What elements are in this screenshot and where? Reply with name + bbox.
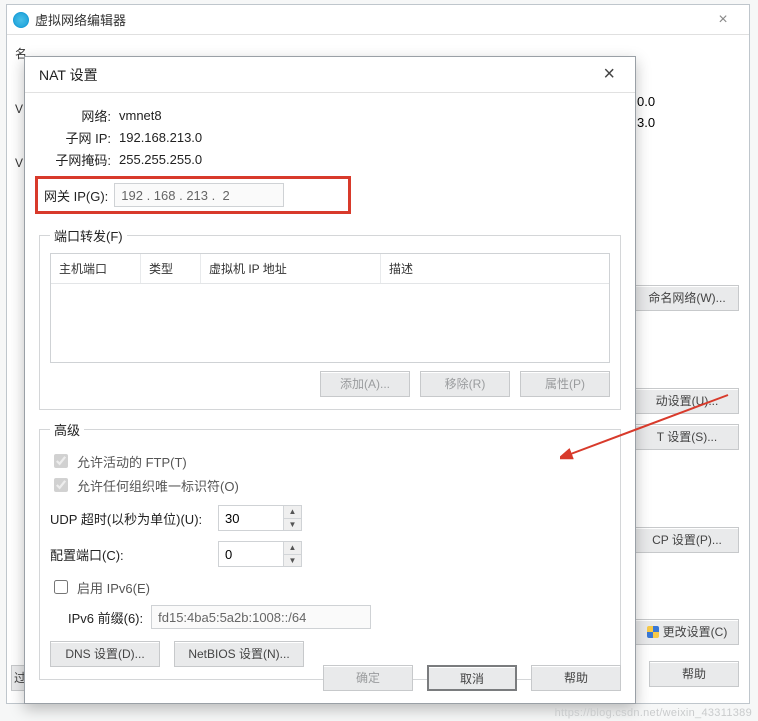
ipv6-prefix-row: IPv6 前缀(6): — [68, 605, 610, 629]
ipv6-checkbox-row[interactable]: 启用 IPv6(E) — [50, 577, 610, 597]
dialog-titlebar: NAT 设置 × — [25, 57, 635, 93]
close-icon[interactable]: × — [703, 11, 743, 29]
col-type: 类型 — [141, 254, 201, 283]
udp-timeout-label: UDP 超时(以秒为单位)(U): — [50, 509, 210, 528]
rhs-buttons-2: 动设置(U)... T 设置(S)... — [635, 388, 739, 460]
port-forward-buttons: 添加(A)... 移除(R) 属性(P) — [50, 371, 610, 397]
ftp-label: 允许活动的 FTP(T) — [77, 452, 187, 471]
oui-checkbox[interactable] — [54, 478, 68, 492]
port-forwarding-legend: 端口转发(F) — [50, 226, 127, 245]
subnet-mask-row: 子网掩码: 255.255.255.0 — [39, 150, 621, 169]
change-settings-button[interactable]: 更改设置(C) — [635, 619, 739, 645]
table-header: 主机端口 类型 虚拟机 IP 地址 描述 — [51, 254, 609, 284]
ipv6-label: 启用 IPv6(E) — [77, 578, 150, 597]
dhcp-settings-button[interactable]: CP 设置(P)... — [635, 527, 739, 553]
parent-title: 虚拟网络编辑器 — [35, 10, 126, 29]
close-button[interactable]: × — [593, 61, 625, 88]
col-vm-ip: 虚拟机 IP 地址 — [201, 254, 381, 283]
nat-settings-dialog: NAT 设置 × 网络: vmnet8 子网 IP: 192.168.213.0… — [24, 56, 636, 704]
config-port-input[interactable] — [219, 542, 283, 566]
rhs-buttons-4: 更改设置(C) — [635, 619, 739, 655]
ipv6-prefix-input[interactable] — [151, 605, 371, 629]
cancel-button[interactable]: 取消 — [427, 665, 517, 691]
subnet-ip-label: 子网 IP: — [39, 128, 111, 147]
watermark: https://blog.csdn.net/weixin_43311389 — [555, 707, 752, 719]
network-value: vmnet8 — [119, 108, 162, 123]
oui-checkbox-row[interactable]: 允许任何组织唯一标识符(O) — [50, 475, 610, 495]
dialog-body: 网络: vmnet8 子网 IP: 192.168.213.0 子网掩码: 25… — [25, 93, 635, 702]
add-button[interactable]: 添加(A)... — [320, 371, 410, 397]
table-body[interactable] — [51, 284, 609, 362]
chevron-up-icon[interactable]: ▲ — [284, 542, 301, 555]
help-button[interactable]: 帮助 — [649, 661, 739, 687]
rhs-help: 帮助 — [649, 661, 739, 697]
ipv6-checkbox[interactable] — [54, 580, 68, 594]
config-port-label: 配置端口(C): — [50, 545, 210, 564]
network-row: 网络: vmnet8 — [39, 106, 621, 125]
remove-button[interactable]: 移除(R) — [420, 371, 510, 397]
gateway-label: 网关 IP(G): — [44, 186, 108, 205]
subnet-mask-label: 子网掩码: — [39, 150, 111, 169]
rhs-values: 0.0 3.0 — [635, 91, 739, 133]
oui-label: 允许任何组织唯一标识符(O) — [77, 476, 239, 495]
config-port-spinner[interactable]: ▲ ▼ — [218, 541, 302, 567]
subnet-mask-value: 255.255.255.0 — [119, 152, 202, 167]
truncated-value: 0.0 — [635, 91, 739, 112]
nat-settings-button[interactable]: T 设置(S)... — [635, 424, 739, 450]
config-port-row: 配置端口(C): ▲ ▼ — [50, 541, 610, 567]
subnet-ip-value: 192.168.213.0 — [119, 130, 202, 145]
globe-icon — [13, 12, 29, 28]
col-host-port: 主机端口 — [51, 254, 141, 283]
chevron-up-icon[interactable]: ▲ — [284, 506, 301, 519]
truncated-value: 3.0 — [635, 112, 739, 133]
udp-timeout-input[interactable] — [219, 506, 283, 530]
chevron-down-icon[interactable]: ▼ — [284, 519, 301, 531]
advanced-group: 高级 允许活动的 FTP(T) 允许任何组织唯一标识符(O) UDP 超时(以秒… — [39, 420, 621, 680]
port-forwarding-group: 端口转发(F) 主机端口 类型 虚拟机 IP 地址 描述 添加(A)... 移除… — [39, 226, 621, 410]
udp-timeout-row: UDP 超时(以秒为单位)(U): ▲ ▼ — [50, 505, 610, 531]
ftp-checkbox-row[interactable]: 允许活动的 FTP(T) — [50, 451, 610, 471]
dialog-footer: 确定 取消 帮助 — [25, 659, 635, 697]
gateway-input[interactable] — [114, 183, 284, 207]
dialog-title: NAT 设置 — [39, 65, 98, 85]
rhs-buttons-3: CP 设置(P)... — [635, 527, 739, 563]
parent-titlebar: 虚拟网络编辑器 × — [7, 5, 749, 35]
properties-button[interactable]: 属性(P) — [520, 371, 610, 397]
network-label: 网络: — [39, 106, 111, 125]
port-forward-table[interactable]: 主机端口 类型 虚拟机 IP 地址 描述 — [50, 253, 610, 363]
advanced-legend: 高级 — [50, 420, 84, 439]
col-desc: 描述 — [381, 254, 609, 283]
auto-settings-button[interactable]: 动设置(U)... — [635, 388, 739, 414]
ftp-checkbox[interactable] — [54, 454, 68, 468]
chevron-down-icon[interactable]: ▼ — [284, 555, 301, 567]
gateway-highlight: 网关 IP(G): — [35, 176, 351, 214]
subnet-ip-row: 子网 IP: 192.168.213.0 — [39, 128, 621, 147]
ok-button[interactable]: 确定 — [323, 665, 413, 691]
udp-timeout-spinner[interactable]: ▲ ▼ — [218, 505, 302, 531]
ipv6-prefix-label: IPv6 前缀(6): — [68, 608, 143, 627]
rhs-buttons-1: 命名网络(W)... — [635, 285, 739, 321]
help-button[interactable]: 帮助 — [531, 665, 621, 691]
rename-network-button[interactable]: 命名网络(W)... — [635, 285, 739, 311]
spinner-arrows[interactable]: ▲ ▼ — [283, 542, 301, 566]
spinner-arrows[interactable]: ▲ ▼ — [283, 506, 301, 530]
